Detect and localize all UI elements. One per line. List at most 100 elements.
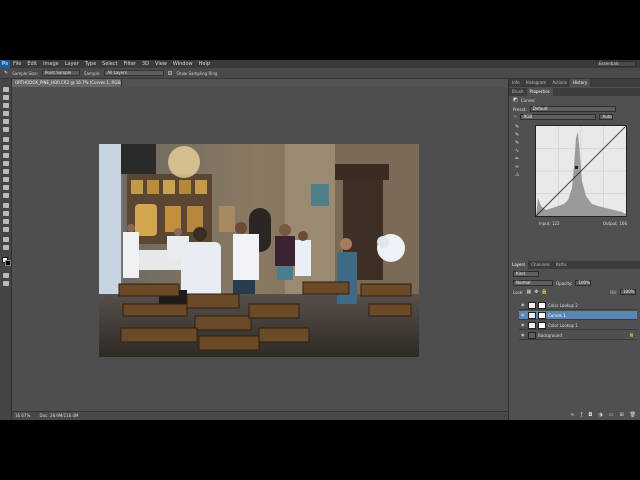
white-point-eyedropper-icon[interactable]: ✎ [515, 141, 527, 146]
new-group-icon[interactable]: ▭ [609, 412, 614, 418]
smooth-curve-icon[interactable]: ≈ [515, 165, 527, 170]
eyedropper-icon[interactable]: ✎ [4, 70, 8, 76]
eye-visibility-icon[interactable]: ◉ [521, 313, 526, 317]
church-interior-photo [99, 144, 419, 357]
tab-brush[interactable]: Brush [509, 88, 527, 96]
document-photo[interactable] [99, 144, 419, 357]
type-tool-icon[interactable] [3, 211, 9, 216]
menu-filter[interactable]: Filter [121, 61, 139, 67]
layer-row-color-lookup-1[interactable]: ◉ Color Lookup 1 [519, 321, 637, 330]
channel-select[interactable]: RGB [520, 114, 597, 120]
output-value[interactable]: 166 [619, 221, 627, 226]
link-layers-icon[interactable]: ∞ [570, 412, 574, 418]
brush-tool-icon[interactable] [3, 145, 9, 150]
fill-field[interactable]: 100% [620, 289, 636, 295]
path-select-tool-icon[interactable] [3, 219, 9, 224]
blend-mode-select[interactable]: Normal [513, 280, 553, 286]
dodge-tool-icon[interactable] [3, 193, 9, 198]
lock-pixels-icon[interactable]: ▦ [526, 289, 531, 295]
crop-tool-icon[interactable] [3, 119, 9, 124]
auto-button[interactable]: Auto [599, 114, 614, 120]
hand-tool-icon[interactable] [3, 237, 9, 242]
tab-layers[interactable]: Layers [509, 261, 529, 269]
pencil-draw-icon[interactable]: ✏ [515, 157, 527, 162]
marquee-tool-icon[interactable] [3, 95, 9, 100]
menu-3d[interactable]: 3D [139, 61, 152, 67]
tab-channels[interactable]: Channels [528, 261, 553, 269]
menu-help[interactable]: Help [196, 61, 213, 67]
right-panel-column: Info Histogram Actions History Brush Pro… [508, 79, 640, 420]
zoom-level[interactable]: 16.67% [15, 413, 30, 418]
clone-stamp-tool-icon[interactable] [3, 153, 9, 158]
add-mask-icon[interactable]: ◘ [588, 412, 592, 418]
screen-mode-icon[interactable] [3, 281, 9, 286]
healing-tool-icon[interactable] [3, 137, 9, 142]
tab-properties[interactable]: Properties [526, 88, 553, 96]
new-adjustment-icon[interactable]: ◑ [598, 412, 602, 418]
curve-points-icon[interactable]: ∿ [515, 149, 527, 154]
eyedropper-tool-icon[interactable] [3, 127, 9, 132]
adjustment-thumb [528, 311, 536, 319]
layer-row-color-lookup-2[interactable]: ◉ Color Lookup 2 [519, 301, 637, 310]
menu-file[interactable]: File [10, 61, 24, 67]
layer-mask-thumb[interactable] [538, 321, 546, 329]
history-brush-tool-icon[interactable] [3, 161, 9, 166]
workspace-switcher[interactable]: Essentials [596, 61, 636, 67]
tab-paths[interactable]: Paths [553, 261, 570, 269]
show-ring-checkbox[interactable] [168, 71, 173, 75]
layer-mask-thumb[interactable] [538, 301, 546, 309]
pen-tool-icon[interactable] [3, 203, 9, 208]
background-color-swatch[interactable] [5, 260, 11, 266]
menu-type[interactable]: Type [82, 61, 99, 67]
channel-row: ☜ RGB Auto [509, 113, 640, 121]
menu-image[interactable]: Image [40, 61, 62, 67]
layer-name: Color Lookup 2 [548, 302, 578, 308]
preset-select[interactable]: Default [529, 106, 616, 112]
menu-view[interactable]: View [152, 61, 170, 67]
black-point-eyedropper-icon[interactable]: ✎ [515, 125, 527, 130]
sample-select[interactable]: All Layers [104, 70, 165, 76]
eye-visibility-icon[interactable]: ◉ [521, 333, 526, 337]
new-layer-icon[interactable]: ⊞ [619, 412, 623, 418]
curves-adjustment-icon: ◩ [513, 97, 518, 103]
hand-target-icon[interactable]: ☜ [513, 114, 517, 120]
input-value[interactable]: 122 [552, 221, 560, 226]
adjustment-thumb [528, 301, 536, 309]
tab-histogram[interactable]: Histogram [523, 79, 550, 87]
layer-row-background[interactable]: ◉ Background 🔒 [519, 331, 637, 340]
gradient-tool-icon[interactable] [3, 177, 9, 182]
gray-point-eyedropper-icon[interactable]: ✎ [515, 133, 527, 138]
eye-visibility-icon[interactable]: ◉ [521, 303, 526, 307]
document-tab[interactable]: ORTHODOX_PINE_HDR.CR2 @ 16.7% (Curves 1,… [12, 79, 122, 87]
trash-icon[interactable]: 🗑 [630, 412, 636, 418]
lock-all-icon[interactable]: 🔒 [541, 289, 547, 295]
tab-history[interactable]: History [569, 79, 591, 87]
sample-size-select[interactable]: Point Sample [42, 70, 81, 76]
show-ring-label: Show Sampling Ring [176, 70, 218, 76]
shape-tool-icon[interactable] [3, 227, 9, 232]
menu-edit[interactable]: Edit [24, 61, 40, 67]
eye-visibility-icon[interactable]: ◉ [521, 323, 526, 327]
input-output-row: Input: 122 Output: 166 [535, 221, 631, 226]
menu-layer[interactable]: Layer [62, 61, 82, 67]
tab-info[interactable]: Info [509, 79, 523, 87]
layer-kind-filter[interactable]: Kind [513, 271, 539, 277]
lock-position-icon[interactable]: ✥ [534, 289, 538, 295]
menu-select[interactable]: Select [99, 61, 120, 67]
blur-tool-icon[interactable] [3, 185, 9, 190]
fx-icon[interactable]: ƒ [581, 412, 583, 418]
lasso-tool-icon[interactable] [3, 103, 9, 108]
info-panel-tabs: Info Histogram Actions History [509, 79, 640, 87]
eraser-tool-icon[interactable] [3, 169, 9, 174]
curves-graph[interactable] [535, 125, 627, 217]
layer-row-curves-1[interactable]: ◉ Curves 1 [519, 311, 637, 320]
quick-mask-icon[interactable] [3, 273, 9, 278]
layer-mask-thumb[interactable] [538, 311, 546, 319]
clipping-warning-icon[interactable]: ⚠ [515, 173, 527, 178]
opacity-field[interactable]: 100% [575, 280, 592, 286]
zoom-tool-icon[interactable] [3, 245, 9, 250]
menu-window[interactable]: Window [170, 61, 196, 67]
quick-select-tool-icon[interactable] [3, 111, 9, 116]
tab-actions[interactable]: Actions [549, 79, 570, 87]
move-tool-icon[interactable] [3, 87, 9, 92]
